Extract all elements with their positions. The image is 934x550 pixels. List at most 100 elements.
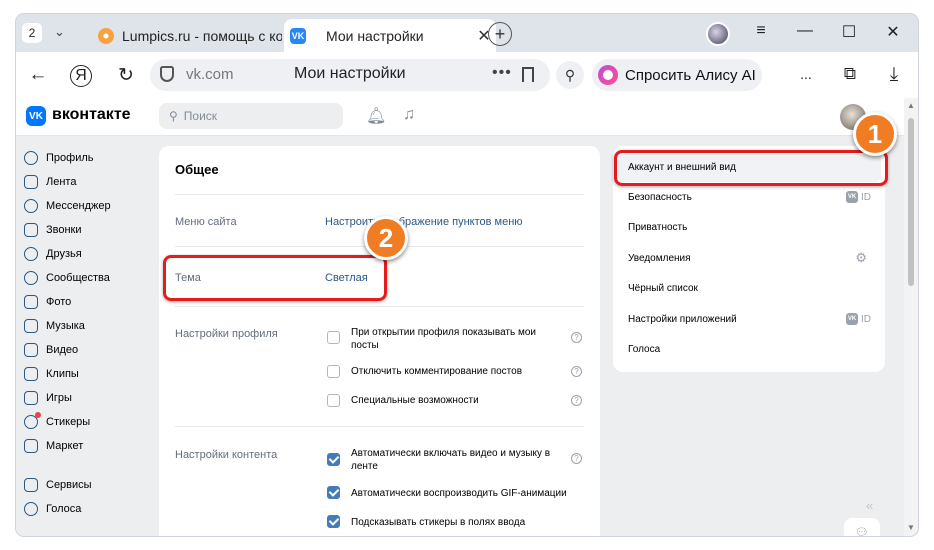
vk-logo-icon[interactable]: VK	[26, 106, 46, 126]
sidebar-item-calls[interactable]: Звонки	[24, 218, 154, 242]
checkbox-label[interactable]: Автоматически включать видео и музыку в …	[351, 447, 561, 473]
checkbox-label[interactable]: Подсказывать стикеры в полях ввода	[351, 516, 561, 529]
vk-id-tag: VK ID	[846, 313, 871, 325]
maximize-icon[interactable]: ☐	[838, 22, 860, 42]
sidebar-item-votes[interactable]: Голоса	[24, 497, 154, 521]
new-tab-button[interactable]: +	[488, 22, 512, 46]
extensions-icon[interactable]: ⧉	[838, 64, 862, 84]
ask-alice-button[interactable]: Спросить Алису AI	[592, 59, 762, 91]
vk-left-menu: Профиль Лента Мессенджер Звонки Друзья С…	[24, 146, 154, 521]
tag-label: ID	[861, 313, 871, 325]
divider	[175, 194, 584, 195]
sidebar-item-video[interactable]: Видео	[24, 338, 154, 362]
url-page-title: Мои настройки	[294, 65, 406, 82]
disable-comments-checkbox[interactable]	[327, 365, 340, 378]
video-icon	[24, 343, 38, 357]
browser-profile-avatar[interactable]	[706, 22, 730, 46]
notification-dot	[35, 412, 41, 418]
sidebar-item-feed[interactable]: Лента	[24, 170, 154, 194]
sidebar-item-messenger[interactable]: Мессенджер	[24, 194, 154, 218]
chat-bubble-icon[interactable]: 💬︎	[844, 518, 880, 536]
yandex-icon[interactable]: Я	[70, 65, 92, 87]
minimize-icon[interactable]: —	[794, 22, 816, 40]
sidebar-item-label: Игры	[46, 392, 72, 404]
help-icon[interactable]: ?	[571, 366, 582, 377]
phone-icon	[24, 223, 38, 237]
scroll-up-icon[interactable]: ▲	[907, 101, 915, 110]
site-menu-link[interactable]: Настроить отображение пунктов меню	[325, 216, 523, 228]
chevron-down-icon[interactable]: ⌄	[54, 24, 65, 40]
checkbox-label[interactable]: Автоматически воспроизводить GIF-анимаци…	[351, 487, 591, 500]
suggest-stickers-checkbox[interactable]	[327, 515, 340, 528]
vk-favicon-icon: VK	[290, 27, 306, 44]
more-dots-icon[interactable]: •••	[492, 64, 512, 82]
vk-mini-icon: VK	[846, 191, 858, 203]
help-icon[interactable]: ?	[571, 453, 582, 464]
tab-count-button[interactable]: 2	[22, 23, 42, 43]
download-icon[interactable]: ⤓	[882, 64, 906, 86]
bookmark-icon[interactable]	[522, 67, 534, 82]
menu-item-security[interactable]: Безопасность VK ID	[613, 182, 885, 212]
address-bar-row: ← Я ↻ vk.com Мои настройки ••• ⚲ Спросит…	[16, 52, 918, 98]
scrollbar-thumb[interactable]	[908, 118, 914, 286]
messenger-icon	[24, 199, 38, 213]
search-icon[interactable]: ⚲	[556, 61, 584, 89]
sidebar-item-label: Фото	[46, 296, 72, 308]
search-icon: ⚲	[169, 109, 178, 123]
profile-settings-label: Настройки профиля	[175, 328, 278, 340]
vk-logo-text[interactable]: вконтакте	[52, 106, 131, 124]
menu-item-votes[interactable]: Голоса	[613, 334, 885, 364]
sidebar-item-photos[interactable]: Фото	[24, 290, 154, 314]
more-button[interactable]: ...	[794, 66, 818, 82]
section-title: Общее	[175, 162, 219, 177]
checkbox-label[interactable]: Специальные возможности	[351, 394, 561, 407]
sidebar-item-label: Профиль	[46, 152, 94, 164]
vk-id-tag: VK ID	[846, 191, 871, 203]
sidebar-item-profile[interactable]: Профиль	[24, 146, 154, 170]
vk-search-input[interactable]: ⚲ Поиск	[159, 103, 343, 129]
show-my-posts-checkbox[interactable]	[327, 331, 340, 344]
help-icon[interactable]: ?	[571, 395, 582, 406]
menu-item-notifications[interactable]: Уведомления ⚙	[613, 243, 885, 273]
gear-icon[interactable]: ⚙	[855, 250, 867, 266]
sidebar-item-label: Сообщества	[46, 272, 110, 284]
tab-vk-settings[interactable]: VK Мои настройки ✕	[284, 19, 496, 52]
sidebar-item-market[interactable]: Маркет	[24, 434, 154, 458]
autoplay-gif-checkbox[interactable]	[327, 486, 340, 499]
vk-mini-icon: VK	[846, 313, 858, 325]
menu-item-app-settings[interactable]: Настройки приложений VK ID	[613, 304, 885, 334]
sidebar-item-stickers[interactable]: Стикеры	[24, 410, 154, 434]
sidebar-item-friends[interactable]: Друзья	[24, 242, 154, 266]
sidebar-item-label: Друзья	[46, 248, 82, 260]
checkbox-label[interactable]: Отключить комментирование постов	[351, 365, 561, 378]
reload-icon[interactable]: ↻	[114, 64, 138, 87]
url-field[interactable]: vk.com Мои настройки •••	[150, 59, 550, 91]
menu-item-blacklist[interactable]: Чёрный список	[613, 273, 885, 303]
communities-icon	[24, 271, 38, 285]
sidebar-item-music[interactable]: Музыка	[24, 314, 154, 338]
collapse-double-chevron-icon[interactable]: «	[866, 498, 873, 513]
sidebar-item-label: Лента	[46, 176, 77, 188]
back-icon[interactable]: ←	[26, 64, 50, 86]
sidebar-item-communities[interactable]: Сообщества	[24, 266, 154, 290]
page-scrollbar[interactable]: ▲ ▼	[904, 98, 918, 536]
autoplay-video-music-checkbox[interactable]	[327, 453, 340, 466]
sidebar-item-label: Звонки	[46, 224, 82, 236]
menu-icon[interactable]: ≡	[750, 22, 772, 40]
sidebar-item-label: Мессенджер	[46, 200, 111, 212]
sidebar-item-games[interactable]: Игры	[24, 386, 154, 410]
sidebar-item-services[interactable]: Сервисы	[24, 473, 154, 497]
music-note-icon[interactable]: ♫	[403, 106, 415, 124]
browser-window: 2 ⌄ Lumpics.ru - помощь с ком VK Мои нас…	[16, 14, 918, 536]
tab-lumpics[interactable]: Lumpics.ru - помощь с ком	[92, 19, 282, 52]
settings-main-card: Общее Меню сайта Настроить отображение п…	[159, 146, 600, 536]
scroll-down-icon[interactable]: ▼	[907, 523, 915, 532]
sidebar-item-label: Маркет	[46, 440, 84, 452]
checkbox-label[interactable]: При открытии профиля показывать мои пост…	[351, 326, 561, 352]
help-icon[interactable]: ?	[571, 332, 582, 343]
close-window-icon[interactable]: ✕	[882, 22, 904, 42]
menu-item-privacy[interactable]: Приватность	[613, 212, 885, 242]
sidebar-item-clips[interactable]: Клипы	[24, 362, 154, 386]
accessibility-checkbox[interactable]	[327, 394, 340, 407]
notifications-bell-icon[interactable]: 🔔︎	[366, 106, 386, 126]
